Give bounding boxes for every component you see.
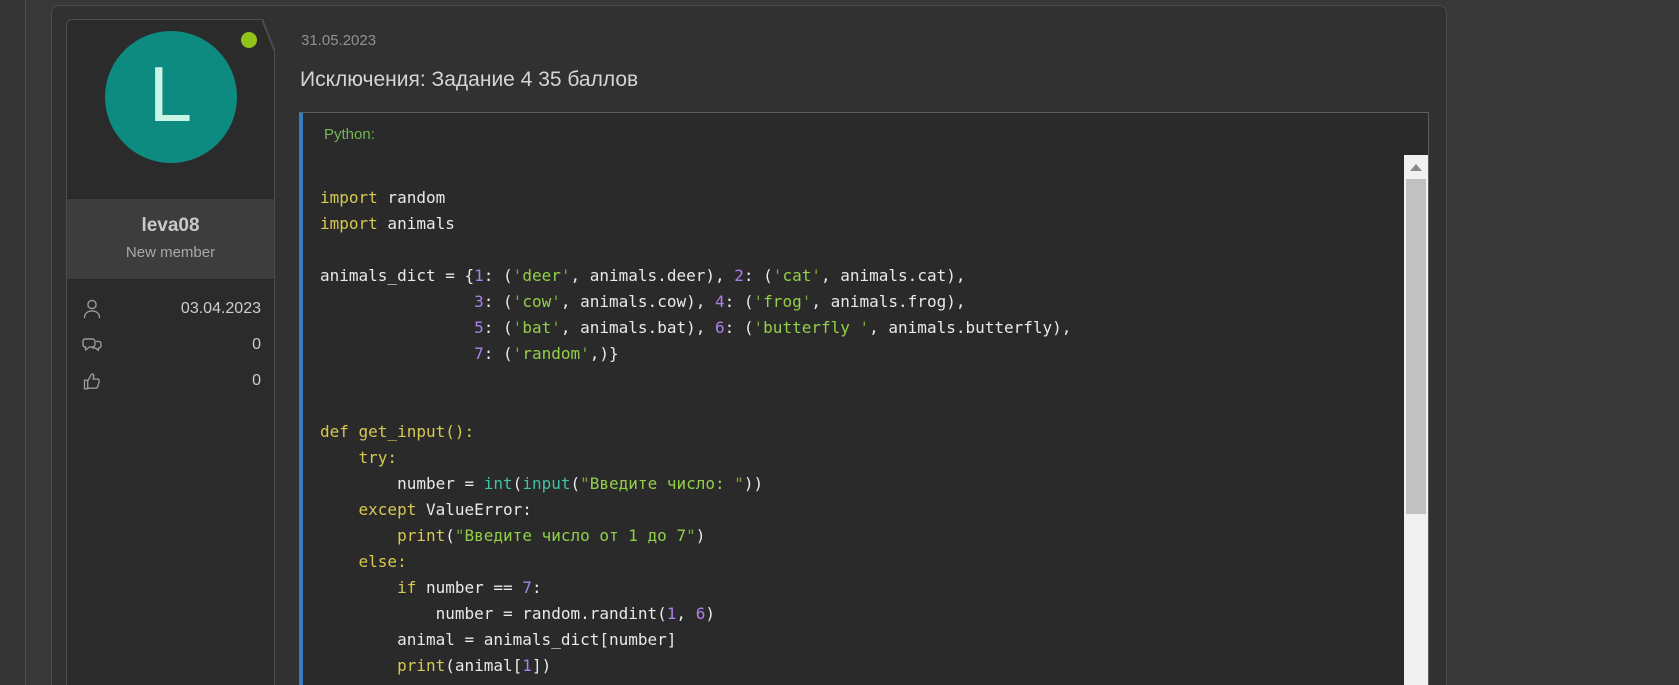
- code-line: [320, 393, 1398, 419]
- code-line: 7: ('random',)}: [320, 341, 1398, 367]
- post-title: Исключения: Задание 4 35 баллов: [300, 68, 638, 92]
- code-line: 3: ('cow', animals.cow), 4: ('frog', ani…: [320, 289, 1398, 315]
- avatar-letter: L: [149, 55, 192, 133]
- code-line: number = random.randint(1, 6): [320, 601, 1398, 627]
- code-block: Python: import randomimport animals anim…: [299, 112, 1429, 685]
- stat-row-likes: 0: [80, 369, 261, 393]
- avatar-area: L: [67, 20, 274, 198]
- code-content: import randomimport animals animals_dict…: [303, 155, 1428, 679]
- code-line: except ValueError:: [320, 497, 1398, 523]
- code-line: number = int(input("Введите число: ")): [320, 471, 1398, 497]
- code-line: else:: [320, 549, 1398, 575]
- scrollbar-up-arrow-icon: [1410, 164, 1422, 171]
- user-cell: L leva08 New member 03.04.2023: [66, 19, 275, 685]
- stat-value-messages: 0: [252, 336, 261, 354]
- code-line: import random: [320, 185, 1398, 211]
- post-date[interactable]: 31.05.2023: [301, 32, 376, 49]
- stat-value-likes: 0: [252, 372, 261, 390]
- user-role: New member: [67, 244, 274, 261]
- stat-row-messages: 0: [80, 333, 261, 357]
- code-line: def get_input():: [320, 419, 1398, 445]
- user-name-plate: leva08 New member: [67, 198, 274, 280]
- user-icon: [80, 297, 104, 321]
- avatar[interactable]: L: [105, 31, 237, 163]
- page-background: L leva08 New member 03.04.2023: [0, 0, 1679, 685]
- code-line: if number == 7:: [320, 575, 1398, 601]
- user-cell-notch: [262, 19, 275, 52]
- code-scroll-area: import randomimport animals animals_dict…: [303, 155, 1428, 685]
- code-line: [320, 237, 1398, 263]
- code-line: animal = animals_dict[number]: [320, 627, 1398, 653]
- stat-row-joined: 03.04.2023: [80, 297, 261, 321]
- code-scrollbar[interactable]: [1404, 155, 1428, 685]
- code-line: import animals: [320, 211, 1398, 237]
- code-line: print("Введите число от 1 до 7"): [320, 523, 1398, 549]
- online-indicator: [241, 32, 257, 48]
- content-wrapper: L leva08 New member 03.04.2023: [25, 0, 1679, 685]
- username-link[interactable]: leva08: [67, 215, 274, 237]
- scrollbar-thumb[interactable]: [1406, 179, 1426, 514]
- messages-icon: [80, 333, 104, 357]
- code-line: try:: [320, 445, 1398, 471]
- post-container: L leva08 New member 03.04.2023: [51, 5, 1447, 685]
- code-line: [320, 367, 1398, 393]
- likes-icon: [80, 369, 104, 393]
- scrollbar-up-button[interactable]: [1404, 155, 1428, 179]
- code-line: print(animal[1]): [320, 653, 1398, 679]
- user-stats: 03.04.2023 0 0: [67, 280, 274, 393]
- code-line: animals_dict = {1: ('deer', animals.deer…: [320, 263, 1398, 289]
- code-line: 5: ('bat', animals.bat), 6: ('butterfly …: [320, 315, 1398, 341]
- stat-value-joined: 03.04.2023: [181, 300, 261, 318]
- code-language-label: Python:: [303, 113, 1428, 155]
